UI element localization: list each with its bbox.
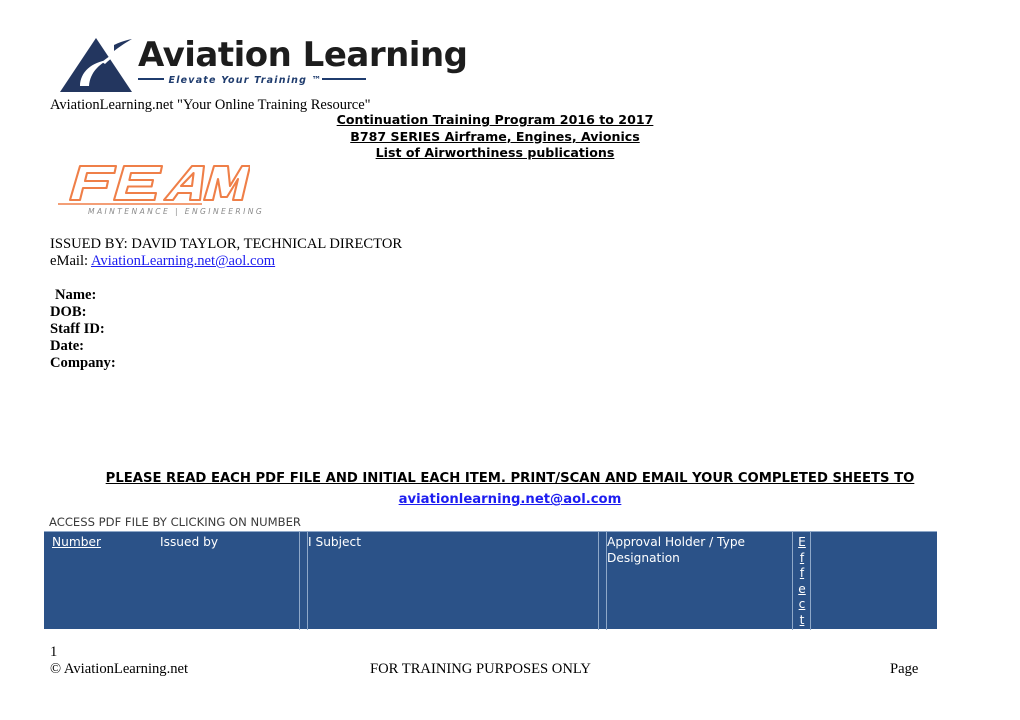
table-header-issued-by: Issued by bbox=[160, 535, 219, 549]
instructions-notice-text: PLEASE READ EACH PDF FILE AND INITIAL EA… bbox=[105, 471, 915, 486]
instructions-email-line: aviationlearning.net@aol.com bbox=[0, 492, 1020, 507]
field-label-dob: DOB: bbox=[50, 304, 87, 320]
aviation-learning-logo: Aviation Learning Elevate Your Training … bbox=[56, 35, 468, 98]
submission-email-link[interactable]: aviationlearning.net@aol.com bbox=[399, 492, 622, 507]
table-header-effect: E f f e c t bbox=[795, 532, 809, 630]
field-label-name: Name: bbox=[55, 287, 97, 303]
table-header-number-label: Number bbox=[52, 535, 101, 549]
feam-logo: MAINTENANCE | ENGINEERING bbox=[52, 160, 262, 222]
effect-letter: t bbox=[799, 612, 805, 627]
trainee-fields-block: Name: DOB: Staff ID: Date: Company: bbox=[50, 287, 116, 372]
title-line-2: B787 SERIES Airframe, Engines, Avionics bbox=[350, 128, 640, 144]
effect-letter: E bbox=[798, 535, 806, 549]
document-title-block: Continuation Training Program 2016 to 20… bbox=[300, 112, 690, 162]
instructions-notice: PLEASE READ EACH PDF FILE AND INITIAL EA… bbox=[0, 471, 1020, 486]
column-divider-3 bbox=[598, 532, 599, 630]
field-label-company: Company: bbox=[50, 355, 116, 371]
tagline-text: Elevate Your Training ™ bbox=[168, 75, 323, 86]
aviation-learning-tagline: Elevate Your Training ™ bbox=[138, 75, 367, 86]
issued-by-line: ISSUED BY: DAVID TAYLOR, TECHNICAL DIREC… bbox=[50, 236, 403, 252]
issued-by-block: ISSUED BY: DAVID TAYLOR, TECHNICAL DIREC… bbox=[50, 236, 402, 270]
field-label-staff-id: Staff ID: bbox=[50, 321, 105, 337]
effect-letter: e bbox=[798, 581, 806, 596]
aviation-triangle-swoosh-icon bbox=[60, 38, 132, 92]
airworthiness-publications-table: Number Issued by I Subject Approval Hold… bbox=[44, 531, 937, 630]
access-instruction-text: ACCESS PDF FILE BY CLICKING ON NUMBER bbox=[49, 515, 301, 529]
issuer-email-link[interactable]: AviationLearning.net@aol.com bbox=[91, 253, 275, 269]
table-header-approval-holder: Approval Holder / Type Designation bbox=[607, 535, 746, 565]
footer-page-label: Page bbox=[890, 661, 919, 677]
effect-letter: f bbox=[799, 566, 805, 580]
feam-subtitle: MAINTENANCE | ENGINEERING bbox=[88, 207, 265, 216]
footer-copyright: © AviationLearning.net bbox=[50, 661, 189, 677]
feam-outline-wordmark-icon bbox=[58, 164, 250, 205]
issued-email-line: eMail: AviationLearning.net@aol.com bbox=[50, 253, 402, 270]
table-header-subject: I Subject bbox=[308, 535, 362, 549]
footer-row: © AviationLearning.net FOR TRAINING PURP… bbox=[0, 661, 1020, 681]
footer-center-text: FOR TRAINING PURPOSES ONLY bbox=[370, 661, 591, 677]
column-divider-6 bbox=[810, 532, 811, 630]
effect-letter: c bbox=[798, 597, 806, 611]
title-line-3: List of Airworthiness publications bbox=[375, 145, 615, 160]
email-label: eMail: bbox=[50, 253, 91, 269]
footer-page-number: 1 bbox=[50, 644, 58, 660]
effect-letter: f bbox=[799, 550, 805, 565]
column-divider-5 bbox=[792, 532, 793, 630]
title-line-1: Continuation Training Program 2016 to 20… bbox=[336, 112, 654, 127]
aviation-learning-name: Aviation Learning bbox=[138, 35, 468, 75]
field-label-date: Date: bbox=[50, 338, 85, 354]
aviation-learning-wordmark: Aviation Learning Elevate Your Training … bbox=[138, 35, 468, 94]
